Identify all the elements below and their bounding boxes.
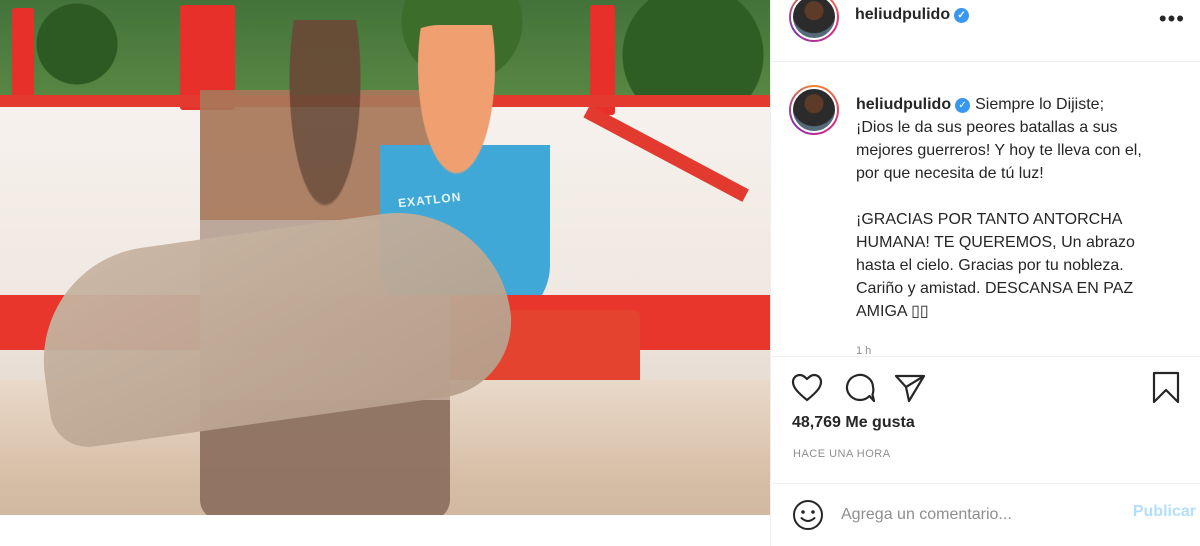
more-options-icon[interactable]: ••• xyxy=(1159,6,1185,32)
publish-button[interactable]: Publicar xyxy=(1133,503,1196,521)
post-time[interactable]: HACE UNA HORA xyxy=(793,448,891,460)
caption-text: Siempre lo Dijiste; ¡Dios le da sus peor… xyxy=(856,96,1142,320)
post-photo[interactable]: EXATLON xyxy=(0,0,770,546)
likes-count[interactable]: 48,769 Me gusta xyxy=(792,414,915,432)
header-username[interactable]: heliudpulido ✓ xyxy=(855,6,970,24)
caption: heliudpulido ✓ Siempre lo Dijiste; ¡Dios l… xyxy=(856,93,1156,323)
action-bar xyxy=(771,370,1200,406)
photo-bottom-strip xyxy=(0,515,770,546)
avatar-image xyxy=(791,0,837,40)
comment-bubble-icon[interactable] xyxy=(842,370,878,406)
post-side-panel: heliudpulido ✓ ••• heliudpulido ✓ Siempre l… xyxy=(770,0,1200,546)
caption-area: heliudpulido ✓ Siempre lo Dijiste; ¡Dios l… xyxy=(771,63,1200,357)
comment-input[interactable] xyxy=(841,501,1111,529)
comment-bar: Publicar xyxy=(771,483,1200,546)
bookmark-icon[interactable] xyxy=(1148,370,1184,406)
avatar[interactable] xyxy=(789,0,839,42)
verified-badge-icon: ✓ xyxy=(954,8,970,23)
caption-avatar-image xyxy=(791,87,837,133)
caption-timestamp: 1 h xyxy=(856,345,872,357)
photo-red-post xyxy=(12,8,34,98)
instagram-post: EXATLON heliudpulido ✓ ••• heliudpulido ✓ S… xyxy=(0,0,1200,546)
verified-badge-icon: ✓ xyxy=(955,98,971,113)
caption-username[interactable]: heliudpulido xyxy=(856,96,951,113)
header-username-text[interactable]: heliudpulido xyxy=(855,6,950,23)
heart-icon[interactable] xyxy=(789,370,825,406)
caption-avatar[interactable] xyxy=(789,85,839,135)
smiley-icon[interactable] xyxy=(791,498,825,532)
paper-plane-icon[interactable] xyxy=(892,370,928,406)
post-header: heliudpulido ✓ ••• xyxy=(771,0,1200,62)
